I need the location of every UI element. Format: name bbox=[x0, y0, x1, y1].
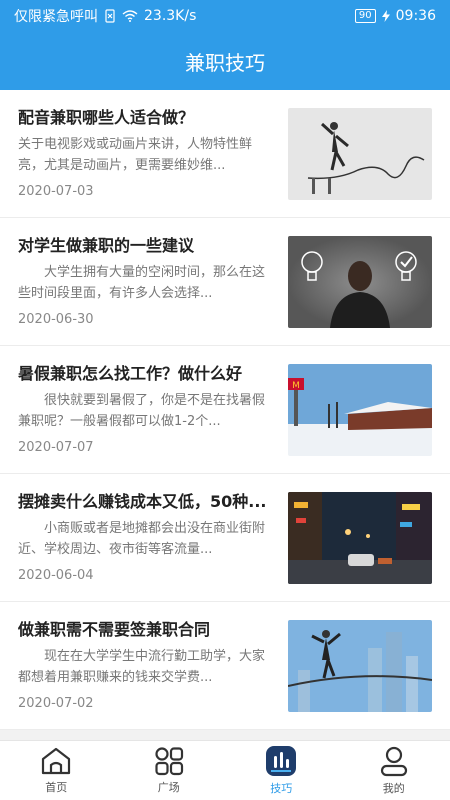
user-icon bbox=[380, 746, 407, 777]
article-title: 做兼职需不需要签兼职合同 bbox=[18, 619, 211, 638]
clock: 09:36 bbox=[395, 8, 436, 24]
tab-label: 广场 bbox=[157, 781, 180, 794]
article-thumbnail: M bbox=[288, 363, 432, 456]
article-title: 对学生做兼职的一些建议 bbox=[18, 235, 195, 254]
svg-text:M: M bbox=[292, 381, 300, 391]
carrier-text: 仅限紧急呼叫 bbox=[14, 9, 98, 25]
wifi-icon bbox=[122, 10, 138, 22]
article-summary: 现在在大学学生中流行勤工助学，大家都想着用兼职赚来的钱来交学费... bbox=[18, 648, 266, 685]
article-item[interactable]: 配音兼职哪些人适合做？ 关于电视影戏或动画片来讲，人物特性鲜亮，尤其是动画片，更… bbox=[0, 90, 450, 218]
article-item[interactable]: 暑假兼职怎么找工作？做什么好 很快就要到暑假了，你是不是在找暑假兼职呢？一般暑假… bbox=[0, 346, 450, 474]
article-summary: 大学生拥有大量的空闲时间，那么在这些时间段里面，有许多人会选择... bbox=[18, 264, 266, 301]
status-bar: 仅限紧急呼叫 23.3K/s 90 09:36 bbox=[0, 0, 450, 32]
article-text: 对学生做兼职的一些建议 大学生拥有大量的空闲时间，那么在这些时间段里面，有许多人… bbox=[18, 232, 270, 332]
article-date: 2020-06-30 bbox=[18, 311, 94, 327]
no-sim-icon bbox=[105, 9, 115, 23]
status-left: 仅限紧急呼叫 23.3K/s bbox=[14, 6, 196, 26]
article-list: 配音兼职哪些人适合做？ 关于电视影戏或动画片来讲，人物特性鲜亮，尤其是动画片，更… bbox=[0, 90, 450, 740]
charging-icon bbox=[381, 10, 390, 22]
tab-label: 技巧 bbox=[270, 782, 293, 795]
article-title: 摆摊卖什么赚钱成本又低，50种... bbox=[18, 491, 267, 510]
bottom-tab-bar: 首页 广场 技巧 我的 bbox=[0, 740, 450, 800]
home-icon bbox=[42, 747, 71, 775]
article-item[interactable]: 做兼职需不需要签兼职合同 现在在大学学生中流行勤工助学，大家都想着用兼职赚来的钱… bbox=[0, 602, 450, 730]
article-text: 暑假兼职怎么找工作？做什么好 很快就要到暑假了，你是不是在找暑假兼职呢？一般暑假… bbox=[18, 360, 270, 460]
article-text: 摆摊卖什么赚钱成本又低，50种... 小商贩或者是地摊都会出没在商业街附近、学校… bbox=[18, 488, 270, 588]
status-right: 90 09:36 bbox=[354, 8, 436, 24]
article-text: 做兼职需不需要签兼职合同 现在在大学学生中流行勤工助学，大家都想着用兼职赚来的钱… bbox=[18, 616, 270, 716]
tab-label: 我的 bbox=[382, 782, 405, 795]
article-thumbnail bbox=[288, 235, 432, 328]
article-date: 2020-06-04 bbox=[18, 567, 94, 583]
article-item[interactable]: 摆摊卖什么赚钱成本又低，50种... 小商贩或者是地摊都会出没在商业街附近、学校… bbox=[0, 474, 450, 602]
battery-icon: 90 bbox=[354, 9, 376, 23]
article-title: 配音兼职哪些人适合做？ bbox=[18, 107, 195, 126]
article-summary: 关于电视影戏或动画片来讲，人物特性鲜亮，尤其是动画片，更需要维妙维... bbox=[18, 136, 253, 173]
tab-tips[interactable]: 技巧 bbox=[225, 741, 338, 800]
article-item[interactable]: 对学生做兼职的一些建议 大学生拥有大量的空闲时间，那么在这些时间段里面，有许多人… bbox=[0, 218, 450, 346]
article-date: 2020-07-03 bbox=[18, 183, 94, 199]
page-title: 兼职技巧 bbox=[185, 50, 265, 75]
article-thumbnail bbox=[288, 107, 432, 200]
article-thumbnail bbox=[288, 491, 432, 584]
chart-icon bbox=[266, 746, 297, 776]
article-date: 2020-07-02 bbox=[18, 695, 94, 711]
article-thumbnail bbox=[288, 619, 432, 712]
article-date: 2020-07-07 bbox=[18, 439, 94, 455]
tab-home[interactable]: 首页 bbox=[0, 741, 113, 800]
article-summary: 小商贩或者是地摊都会出没在商业街附近、学校周边、夜市街等客流量... bbox=[18, 520, 266, 557]
tab-square[interactable]: 广场 bbox=[113, 741, 226, 800]
grid-icon bbox=[155, 747, 183, 776]
tab-mine[interactable]: 我的 bbox=[338, 741, 450, 800]
page-header: 兼职技巧 bbox=[0, 32, 450, 90]
tab-label: 首页 bbox=[45, 781, 68, 794]
network-speed: 23.3K/s bbox=[144, 8, 197, 24]
article-title: 暑假兼职怎么找工作？做什么好 bbox=[18, 363, 243, 382]
article-text: 配音兼职哪些人适合做？ 关于电视影戏或动画片来讲，人物特性鲜亮，尤其是动画片，更… bbox=[18, 104, 270, 204]
battery-level: 90 bbox=[358, 10, 372, 21]
article-summary: 很快就要到暑假了，你是不是在找暑假兼职呢？一般暑假都可以做1-2个... bbox=[18, 392, 266, 429]
